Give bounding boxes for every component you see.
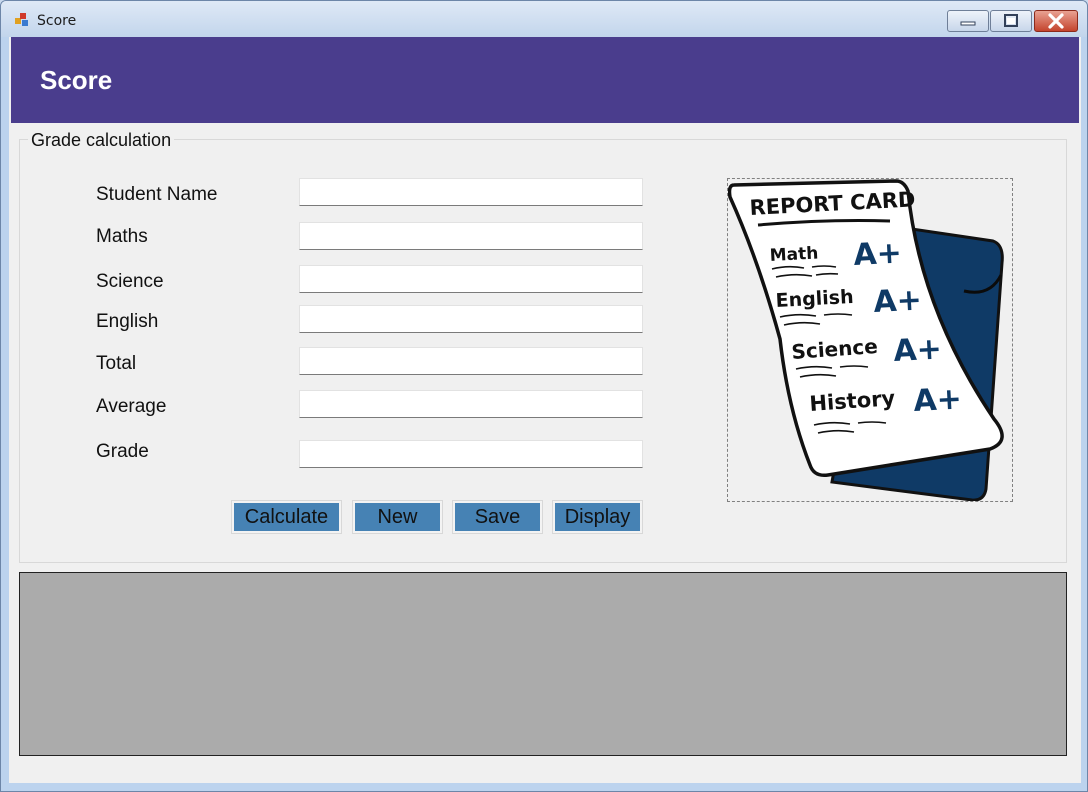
science-label: Science: [96, 271, 164, 292]
report-card-illustration: REPORT CARD Math A+ English A+ Science A…: [727, 179, 1004, 502]
new-button[interactable]: New: [352, 500, 443, 534]
maximize-icon: [1004, 14, 1018, 27]
maths-label: Maths: [96, 226, 148, 247]
report-card-grade: A+: [853, 236, 903, 273]
header-banner: Score: [11, 37, 1079, 123]
maximize-button[interactable]: [990, 10, 1032, 32]
student-name-label: Student Name: [96, 184, 218, 205]
total-input[interactable]: [299, 347, 643, 375]
save-button-label: Save: [455, 503, 540, 531]
student-name-input[interactable]: [299, 178, 643, 206]
report-card-subject: English: [775, 286, 854, 312]
close-icon: [1048, 13, 1064, 29]
app-window: Score Score Grade calculation Student Na…: [0, 0, 1088, 792]
science-input[interactable]: [299, 265, 643, 293]
minimize-icon: [960, 21, 976, 26]
group-legend: Grade calculation: [28, 130, 175, 151]
grade-label: Grade: [96, 441, 149, 462]
average-input[interactable]: [299, 390, 643, 418]
close-button[interactable]: [1034, 10, 1078, 32]
title-bar[interactable]: Score: [1, 1, 1087, 37]
average-label: Average: [96, 396, 167, 417]
report-card-grade: A+: [893, 332, 943, 369]
app-icon: [15, 13, 28, 26]
client-area: Score Grade calculation Student Name Mat…: [9, 37, 1081, 783]
calculate-button-label: Calculate: [234, 503, 339, 531]
grade-input[interactable]: [299, 440, 643, 468]
page-title: Score: [40, 65, 113, 95]
report-card-grade: A+: [873, 283, 923, 320]
display-panel: [19, 572, 1067, 756]
english-label: English: [96, 311, 159, 332]
report-card-subject: Math: [769, 243, 819, 266]
total-label: Total: [96, 353, 137, 374]
save-button[interactable]: Save: [452, 500, 543, 534]
calculate-button[interactable]: Calculate: [231, 500, 342, 534]
display-button[interactable]: Display: [552, 500, 643, 534]
new-button-label: New: [355, 503, 440, 531]
minimize-button[interactable]: [947, 10, 989, 32]
grade-calculation-group: Grade calculation Student Name Maths Sci…: [19, 130, 1067, 563]
english-input[interactable]: [299, 305, 643, 333]
window-title: Score: [37, 13, 77, 29]
display-button-label: Display: [555, 503, 640, 531]
report-card-grade: A+: [913, 382, 963, 419]
maths-input[interactable]: [299, 222, 643, 250]
report-card-picture: REPORT CARD Math A+ English A+ Science A…: [727, 178, 1013, 502]
